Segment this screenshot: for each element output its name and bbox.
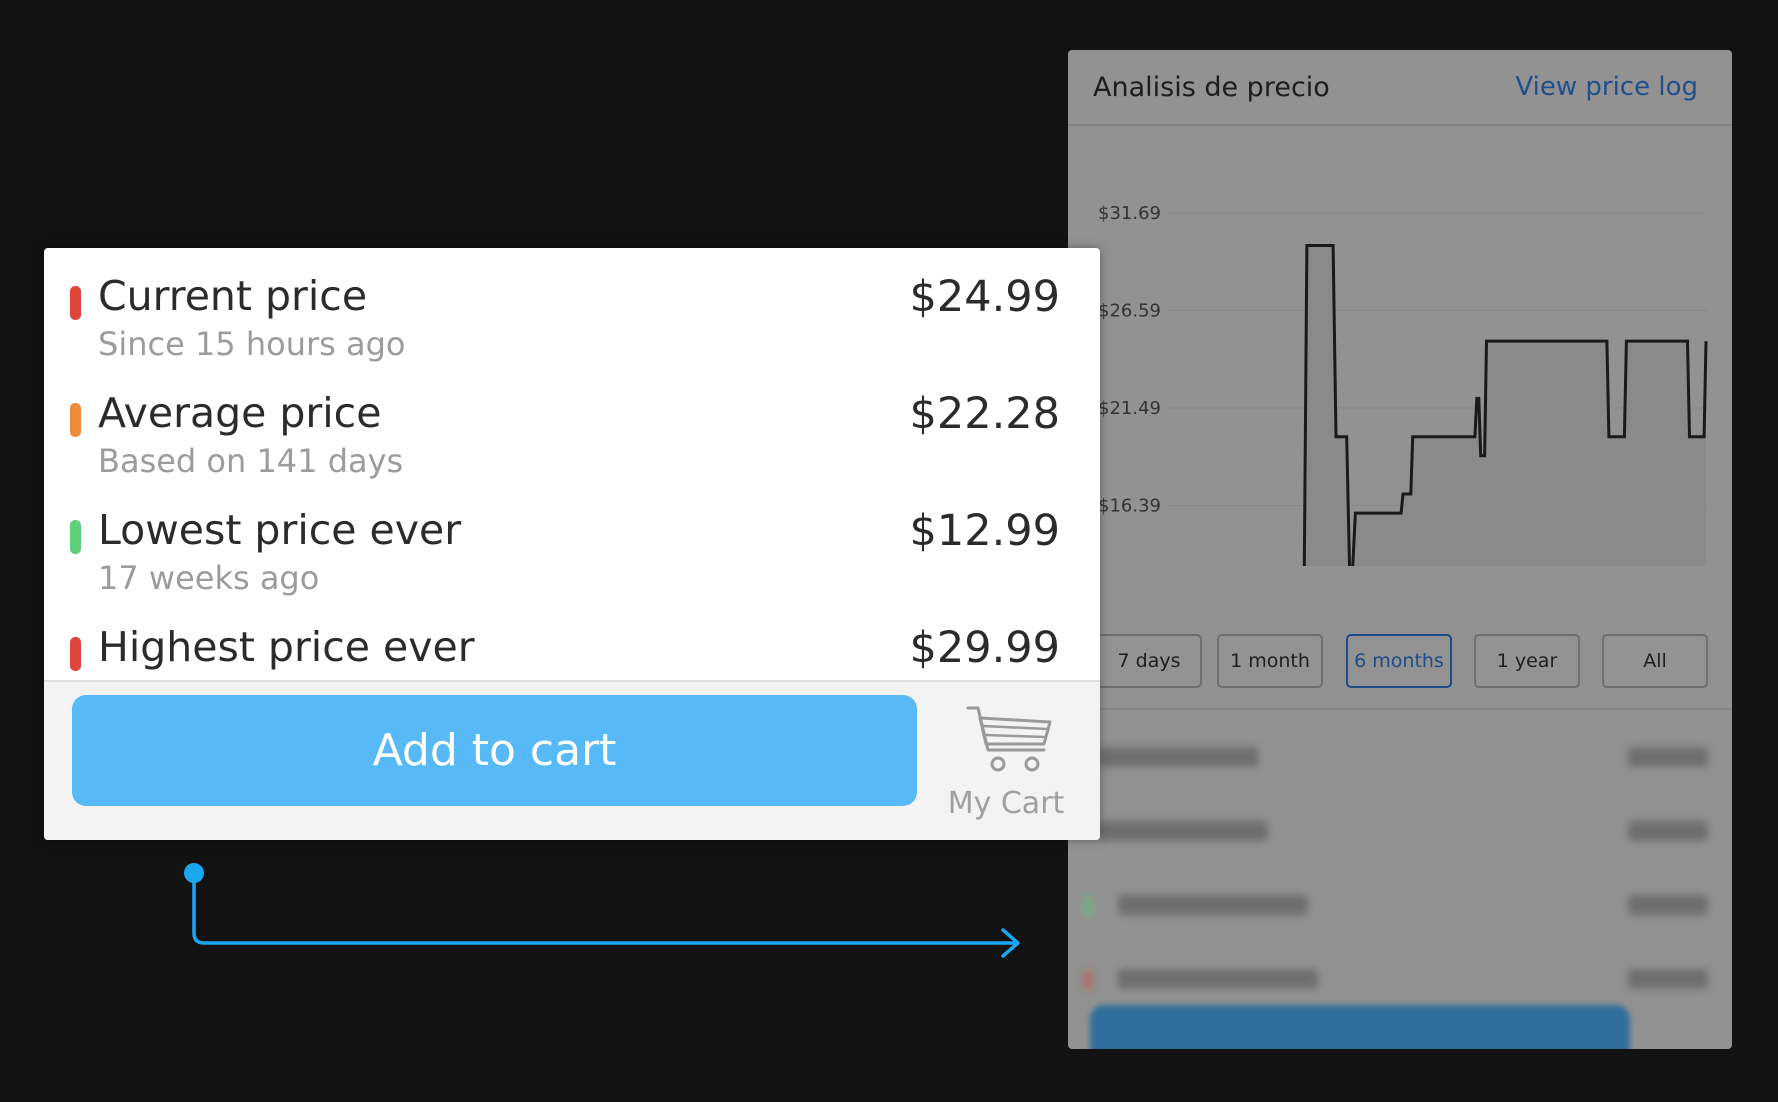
- connector-arrow: [184, 863, 1020, 958]
- connector-line: [192, 873, 1015, 945]
